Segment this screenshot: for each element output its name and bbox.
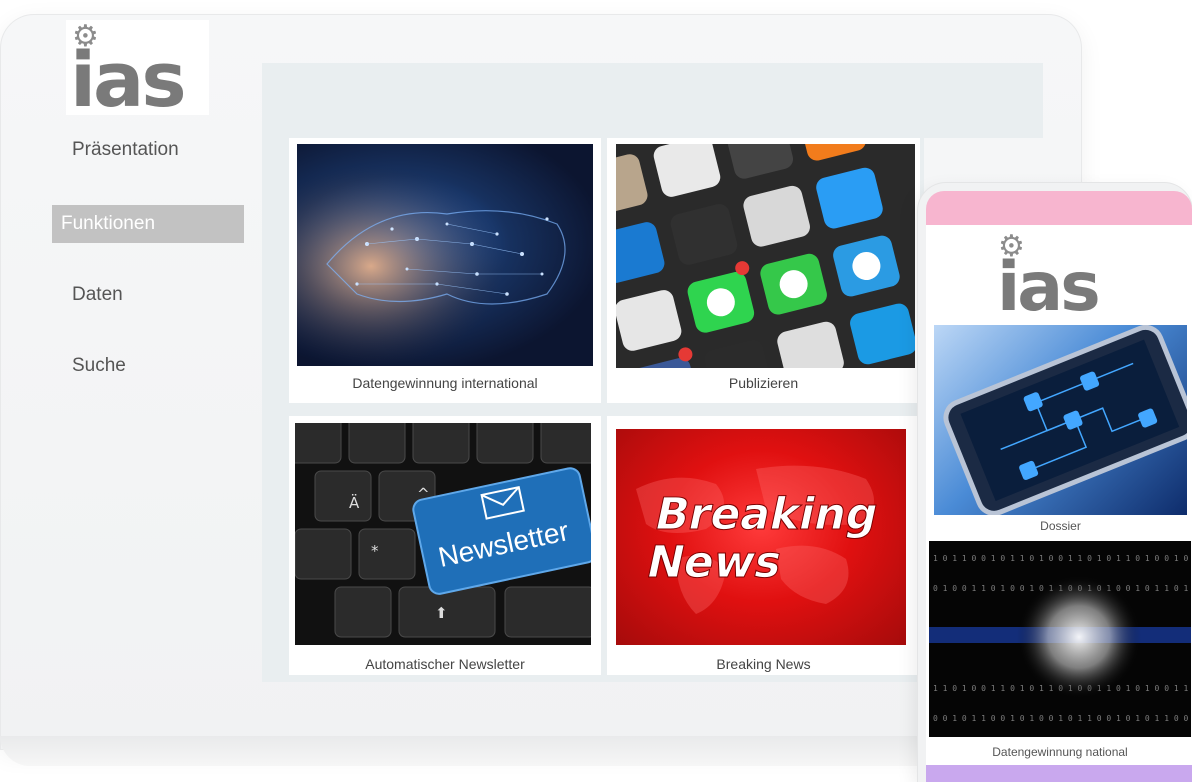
logo-text: ias xyxy=(997,248,1101,327)
logo-text: ias xyxy=(70,35,187,124)
svg-text:*: * xyxy=(371,542,379,560)
binary-globe-image: 1 0 1 1 0 0 1 0 1 1 0 1 0 0 1 1 0 1 0 1 … xyxy=(929,541,1191,737)
phone-top-bar xyxy=(926,191,1192,225)
header-banner xyxy=(262,63,1043,138)
breaking-news-image: Breaking News xyxy=(616,429,906,645)
card-caption: Datengewinnung international xyxy=(352,375,538,391)
svg-text:1 0 1 1 0 0 1 0 1 1 0 1 0 0 1: 1 0 1 1 0 0 1 0 1 1 0 1 0 0 1 1 0 1 0 1 … xyxy=(933,554,1188,563)
feature-card[interactable]: f Publizieren xyxy=(607,138,920,403)
world-network-image xyxy=(297,144,593,366)
keyboard-newsletter-image: Ä ^ * ⬆ Newsletter xyxy=(295,423,591,645)
card-caption: Automatischer Newsletter xyxy=(365,656,525,672)
feature-card[interactable]: Ä ^ * ⬆ Newsletter Automatischer Newslette… xyxy=(289,416,601,675)
ias-logo[interactable]: ⚙ ias xyxy=(66,20,209,124)
card-caption: Breaking News xyxy=(716,656,811,672)
ias-logo-mobile[interactable]: ⚙ ias xyxy=(995,232,1133,322)
svg-text:⬆: ⬆ xyxy=(435,604,448,622)
card-caption: Publizieren xyxy=(728,375,799,391)
sidebar-item-praesentation[interactable]: Präsentation xyxy=(52,131,244,169)
sidebar-item-daten[interactable]: Daten xyxy=(52,276,244,314)
card-caption: Datengewinnung national xyxy=(992,745,1128,759)
card-caption: Dossier xyxy=(1040,519,1081,533)
app-icons-image: f xyxy=(616,144,915,368)
phone-bottom-bar xyxy=(926,765,1192,782)
feature-card[interactable]: Datengewinnung international xyxy=(289,138,601,403)
mobile-card[interactable]: Dossier xyxy=(934,324,1192,535)
mobile-card[interactable]: 1 0 1 1 0 0 1 0 1 1 0 1 0 0 1 1 0 1 0 1 … xyxy=(929,541,1191,765)
breaking-headline-line2: News xyxy=(642,537,786,587)
marketing-mockup: ⚙ ias Präsentation Funktionen Daten Such… xyxy=(0,0,1192,782)
feature-card[interactable]: Breaking News Breaking News xyxy=(607,416,920,675)
breaking-headline-line1: Breaking xyxy=(650,489,883,539)
svg-text:0 0 1 0 1 1 0 0 1 0 1 0 0 1 0: 0 0 1 0 1 1 0 0 1 0 1 0 0 1 0 1 1 0 0 1 … xyxy=(933,714,1188,723)
sidebar-item-funktionen[interactable]: Funktionen xyxy=(52,205,244,243)
smartphone-network-image xyxy=(934,324,1192,516)
sidebar-item-suche[interactable]: Suche xyxy=(52,347,244,385)
svg-text:Ä: Ä xyxy=(349,493,360,512)
